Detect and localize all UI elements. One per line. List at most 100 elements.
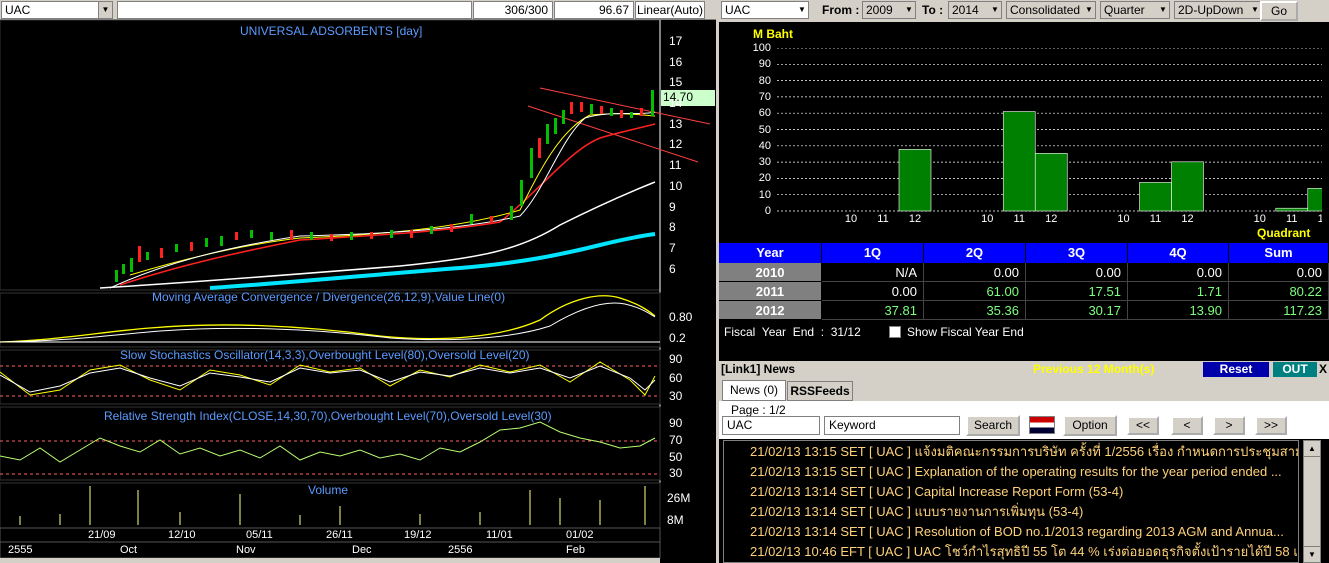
from-year-select[interactable]: 2009 ▼ — [862, 1, 916, 19]
fin-symbol-select[interactable]: UAC ▼ — [721, 1, 809, 19]
chart-toolbar: UAC ▼ 306/300 96.67 Linear(Auto) — [0, 0, 718, 20]
news-tabs: News (0) RSSFeeds — [719, 378, 1329, 401]
profit-y-axis: 100 90 80 70 60 50 40 30 20 10 0 — [749, 40, 773, 220]
price-tick: 12 — [669, 137, 683, 152]
rsi-tick: 90 — [669, 416, 683, 430]
news-item[interactable]: 21/02/13 13:15 SET [ UAC ] Explanation o… — [750, 462, 1298, 482]
price-tag: 14.70 — [663, 90, 694, 104]
go-button[interactable]: Go — [1260, 1, 1298, 21]
to-year-value: 2014 — [952, 3, 979, 17]
rsi-tick: 30 — [669, 466, 683, 480]
news-item[interactable]: 21/02/13 13:15 SET [ UAC ] แจ้งมติคณะกรร… — [750, 442, 1298, 462]
month-tick: 2556 — [448, 544, 473, 556]
stoch-title: Slow Stochastics Oscillator(14,3,3),Over… — [120, 348, 530, 362]
reset-button[interactable]: Reset — [1203, 362, 1269, 377]
macd-title: Moving Average Convergence / Divergence(… — [152, 290, 506, 304]
y-tick-label: 40 — [758, 139, 771, 152]
chevron-down-icon[interactable]: ▼ — [904, 2, 914, 18]
row-year: 2010 — [719, 263, 822, 282]
news-item[interactable]: 21/02/13 13:14 SET [ UAC ] แบบรายงานการเ… — [750, 502, 1298, 522]
keyword-input[interactable]: Keyword — [824, 416, 960, 435]
price-tick: 10 — [669, 178, 683, 193]
table-cell: 35.36 — [924, 301, 1026, 320]
chevron-down-icon[interactable]: ▼ — [98, 2, 112, 18]
col-header-sum: Sum — [1229, 243, 1329, 263]
news-symbol-input[interactable]: UAC — [722, 416, 820, 435]
table-cell: 0.00 — [1128, 263, 1229, 282]
last-page-button[interactable]: >> — [1255, 416, 1287, 435]
series-tick-label: 12 — [1045, 213, 1057, 224]
table-row: 2012 37.81 35.36 30.17 13.90 117.23 — [719, 301, 1329, 320]
chart-symbol-value: UAC — [5, 3, 31, 17]
news-controls: Page : 1/2 UAC Keyword Search Option << … — [719, 401, 1329, 439]
stock-chart-pane: UAC ▼ 306/300 96.67 Linear(Auto) UNIVERS… — [0, 0, 718, 563]
table-row: 2011 0.00 61.00 17.51 1.71 80.22 — [719, 282, 1329, 301]
col-header-year: Year — [719, 243, 822, 263]
show-fiscal-label: Show Fiscal Year End — [907, 325, 1024, 339]
table-header-row: Year 1Q 2Q 3Q 4Q Sum — [719, 243, 1329, 263]
series-tick-label: 11 — [1150, 213, 1161, 224]
table-cell: 0.00 — [924, 263, 1026, 282]
news-header-bar: [Link1] News Previous 12 Month(s) Reset … — [719, 361, 1329, 378]
profit-bar-chart: 1011121Q1011122Q1011123Q1011124Q — [777, 48, 1322, 224]
date-tick: 26/11 — [326, 529, 353, 541]
chevron-down-icon[interactable]: ▼ — [797, 2, 807, 18]
y-tick-label: 10 — [758, 188, 771, 201]
stoch-tick: 30 — [669, 389, 683, 403]
from-year-value: 2009 — [866, 3, 893, 17]
out-button[interactable]: OUT — [1273, 362, 1317, 377]
chevron-down-icon[interactable]: ▼ — [1084, 2, 1094, 18]
fin-symbol-value: UAC — [725, 3, 751, 17]
bar-4Q-12 — [1307, 188, 1322, 212]
scroll-up-icon[interactable]: ▲ — [1304, 441, 1320, 457]
next-page-button[interactable]: > — [1213, 416, 1245, 435]
to-year-select[interactable]: 2014 ▼ — [948, 1, 1002, 19]
chevron-down-icon[interactable]: ▼ — [1158, 2, 1168, 18]
chevron-down-icon[interactable]: ▼ — [990, 2, 1000, 18]
bar-2Q-12 — [1034, 153, 1068, 212]
scroll-down-icon[interactable]: ▼ — [1304, 546, 1320, 562]
consolidation-value: Consolidated — [1010, 3, 1081, 17]
tab-news[interactable]: News (0) — [722, 380, 786, 401]
rsi-tick: 70 — [669, 433, 683, 447]
news-scrollbar[interactable]: ▲ ▼ — [1303, 440, 1321, 563]
news-item[interactable]: 21/02/13 13:14 SET [ UAC ] Resolution of… — [750, 522, 1298, 542]
period-select[interactable]: Quarter ▼ — [1100, 1, 1170, 19]
first-page-button[interactable]: << — [1127, 416, 1159, 435]
close-icon[interactable]: X — [1319, 362, 1327, 376]
series-tick-label: 11 — [877, 213, 888, 224]
chart-symbol-select[interactable]: UAC ▼ — [1, 1, 113, 19]
show-fiscal-checkbox[interactable] — [889, 326, 901, 338]
table-cell: 117.23 — [1229, 301, 1329, 320]
y-tick-label: 80 — [758, 74, 771, 87]
consolidation-select[interactable]: Consolidated ▼ — [1006, 1, 1096, 19]
stoch-tick: 90 — [669, 352, 683, 366]
prev-page-button[interactable]: < — [1171, 416, 1203, 435]
news-item[interactable]: 21/02/13 10:46 EFT [ UAC ] UAC โชว์กำไรส… — [750, 542, 1298, 562]
date-tick: 11/01 — [486, 529, 513, 541]
view-mode-select[interactable]: 2D-UpDown ▼ — [1174, 1, 1262, 19]
price-tick: 17 — [669, 34, 683, 48]
date-tick: 05/11 — [246, 529, 273, 541]
col-header-1q: 1Q — [822, 243, 924, 263]
scale-mode[interactable]: Linear(Auto) — [635, 1, 705, 19]
tab-rss[interactable]: RSSFeeds — [787, 381, 853, 401]
y-tick-label: 100 — [752, 42, 771, 54]
news-item[interactable]: 21/02/13 13:14 SET [ UAC ] Capital Incre… — [750, 482, 1298, 502]
date-tick: 21/09 — [88, 529, 116, 541]
search-button[interactable]: Search — [966, 415, 1020, 436]
y-tick-label: 60 — [758, 107, 771, 120]
option-button[interactable]: Option — [1063, 415, 1117, 436]
from-label: From : — [822, 3, 860, 17]
chevron-down-icon[interactable]: ▼ — [1250, 2, 1260, 18]
financials-pane: UAC ▼ From : 2009 ▼ To : 2014 ▼ Consolid… — [719, 0, 1329, 563]
chart-info-blank — [117, 1, 472, 19]
volume-tick: 26M — [667, 491, 691, 505]
col-header-3q: 3Q — [1026, 243, 1128, 263]
col-header-4q: 4Q — [1128, 243, 1229, 263]
language-flag-icon[interactable] — [1029, 416, 1055, 434]
quadrant-label: Quadrant — [1257, 226, 1311, 240]
month-tick: 2555 — [8, 544, 33, 556]
series-tick-label: 11 — [1014, 213, 1025, 224]
col-header-2q: 2Q — [924, 243, 1026, 263]
